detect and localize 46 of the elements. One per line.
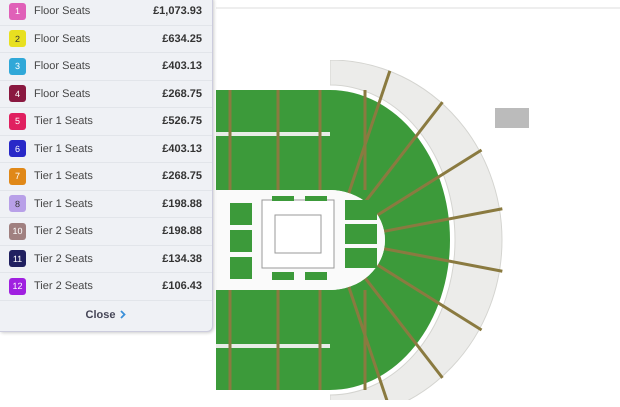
seat-category-label: Tier 1 Seats [34,170,94,182]
price-label: £526.75 [162,115,202,128]
price-label: £268.75 [162,88,202,100]
price-level-row[interactable]: 2 Floor Seats £634.25 [0,26,212,53]
price-label: £403.13 [162,142,202,155]
price-level-row[interactable]: 12 Tier 2 Seats £106.43 [0,273,212,300]
price-label: £134.38 [162,252,202,265]
price-label: £106.43 [162,280,202,292]
seat-category-label: Tier 1 Seats [34,198,94,210]
price-level-badge: 11 [9,250,26,268]
price-level-row[interactable]: 11 Tier 2 Seats £134.38 [0,246,212,273]
price-level-badge: 5 [9,112,26,130]
seat-category-label: Floor Seats [34,32,92,45]
price-level-row[interactable]: 4 Floor Seats £268.75 [0,80,212,108]
price-label: £1,073.93 [153,5,202,18]
chevron-icon [120,310,126,319]
seat-category-label: Tier 2 Seats [34,280,94,292]
price-label: £198.88 [162,225,202,238]
price-level-badge: 2 [9,30,26,48]
price-level-row[interactable]: 6 Tier 1 Seats £403.13 [0,136,212,163]
price-level-badge: 10 [9,222,26,240]
close-button[interactable]: Close [82,306,130,322]
price-level-row[interactable]: 8 Tier 1 Seats £198.88 [0,190,212,218]
price-level-row[interactable]: 10 Tier 2 Seats £198.88 [0,218,212,246]
seat-category-label: Floor Seats [34,5,92,18]
price-level-badge: 4 [9,85,26,102]
price-level-badge: 1 [9,2,26,20]
price-label: £403.13 [162,60,202,72]
seat-category-label: Floor Seats [34,60,92,72]
price-level-badge: 7 [9,168,26,185]
seat-category-label: Tier 2 Seats [34,252,94,265]
price-level-badge: 6 [9,140,26,158]
seat-category-label: Floor Seats [34,88,92,100]
price-level-row[interactable]: 5 Tier 1 Seats £526.75 [0,108,212,136]
price-level-badge: 12 [9,278,26,295]
price-label: £198.88 [162,198,202,210]
price-level-row[interactable]: 1 Floor Seats £1,073.93 [0,0,212,26]
price-level-row[interactable]: 7 Tier 1 Seats £268.75 [0,163,212,190]
seat-category-label: Tier 1 Seats [34,142,94,155]
price-level-badge: 8 [9,195,26,212]
price-level-badge: 3 [9,58,26,75]
seat-category-label: Tier 2 Seats [34,225,94,238]
price-level-row[interactable]: 3 Floor Seats £403.13 [0,53,212,80]
seat-category-label: Tier 1 Seats [34,115,94,128]
price-label: £268.75 [162,170,202,182]
price-label: £634.25 [162,32,202,45]
